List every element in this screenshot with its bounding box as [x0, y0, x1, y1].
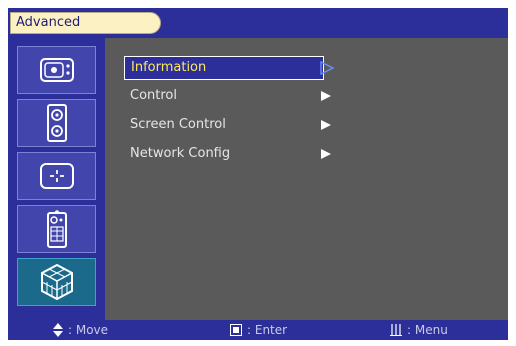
sidebar-item-position[interactable] — [17, 152, 96, 200]
up-down-arrows-icon — [53, 323, 63, 337]
remote-icon — [46, 210, 67, 248]
move-hint-label: : Move — [68, 323, 109, 337]
advanced-cube-icon — [40, 263, 73, 301]
submenu-arrow-icon — [321, 91, 331, 101]
menu-key-icon — [390, 324, 402, 336]
advanced-tab[interactable]: Advanced — [10, 12, 161, 34]
sidebar — [8, 38, 105, 320]
menu-hint: : Menu — [390, 320, 448, 340]
move-hint: : Move — [53, 320, 108, 340]
enter-hint: : Enter — [230, 320, 287, 340]
speaker-icon — [46, 104, 67, 142]
submenu-arrow-icon — [321, 149, 331, 159]
osd-window: Advanced Information Control Screen Cont… — [8, 8, 508, 340]
enter-hint-label: : Enter — [247, 323, 288, 337]
menu-item-information[interactable]: Information — [124, 56, 324, 80]
sidebar-item-picture[interactable] — [17, 46, 96, 94]
sidebar-item-advanced[interactable] — [17, 258, 96, 306]
submenu-arrow-icon — [321, 120, 331, 130]
menu-hint-label: : Menu — [407, 323, 448, 337]
sidebar-item-audio[interactable] — [17, 99, 96, 147]
position-icon — [39, 163, 74, 189]
enter-key-icon — [230, 324, 242, 336]
menu-item-control[interactable]: Control — [124, 84, 324, 108]
key-hint-bar: : Move : Enter : Menu — [8, 320, 508, 340]
picture-icon — [39, 58, 74, 82]
menu-item-screen-control[interactable]: Screen Control — [124, 113, 324, 137]
sidebar-item-remote[interactable] — [17, 205, 96, 253]
title-bar: Advanced — [8, 8, 508, 38]
menu-item-network-config[interactable]: Network Config — [124, 142, 324, 166]
submenu-arrow-outline-icon — [320, 60, 335, 76]
